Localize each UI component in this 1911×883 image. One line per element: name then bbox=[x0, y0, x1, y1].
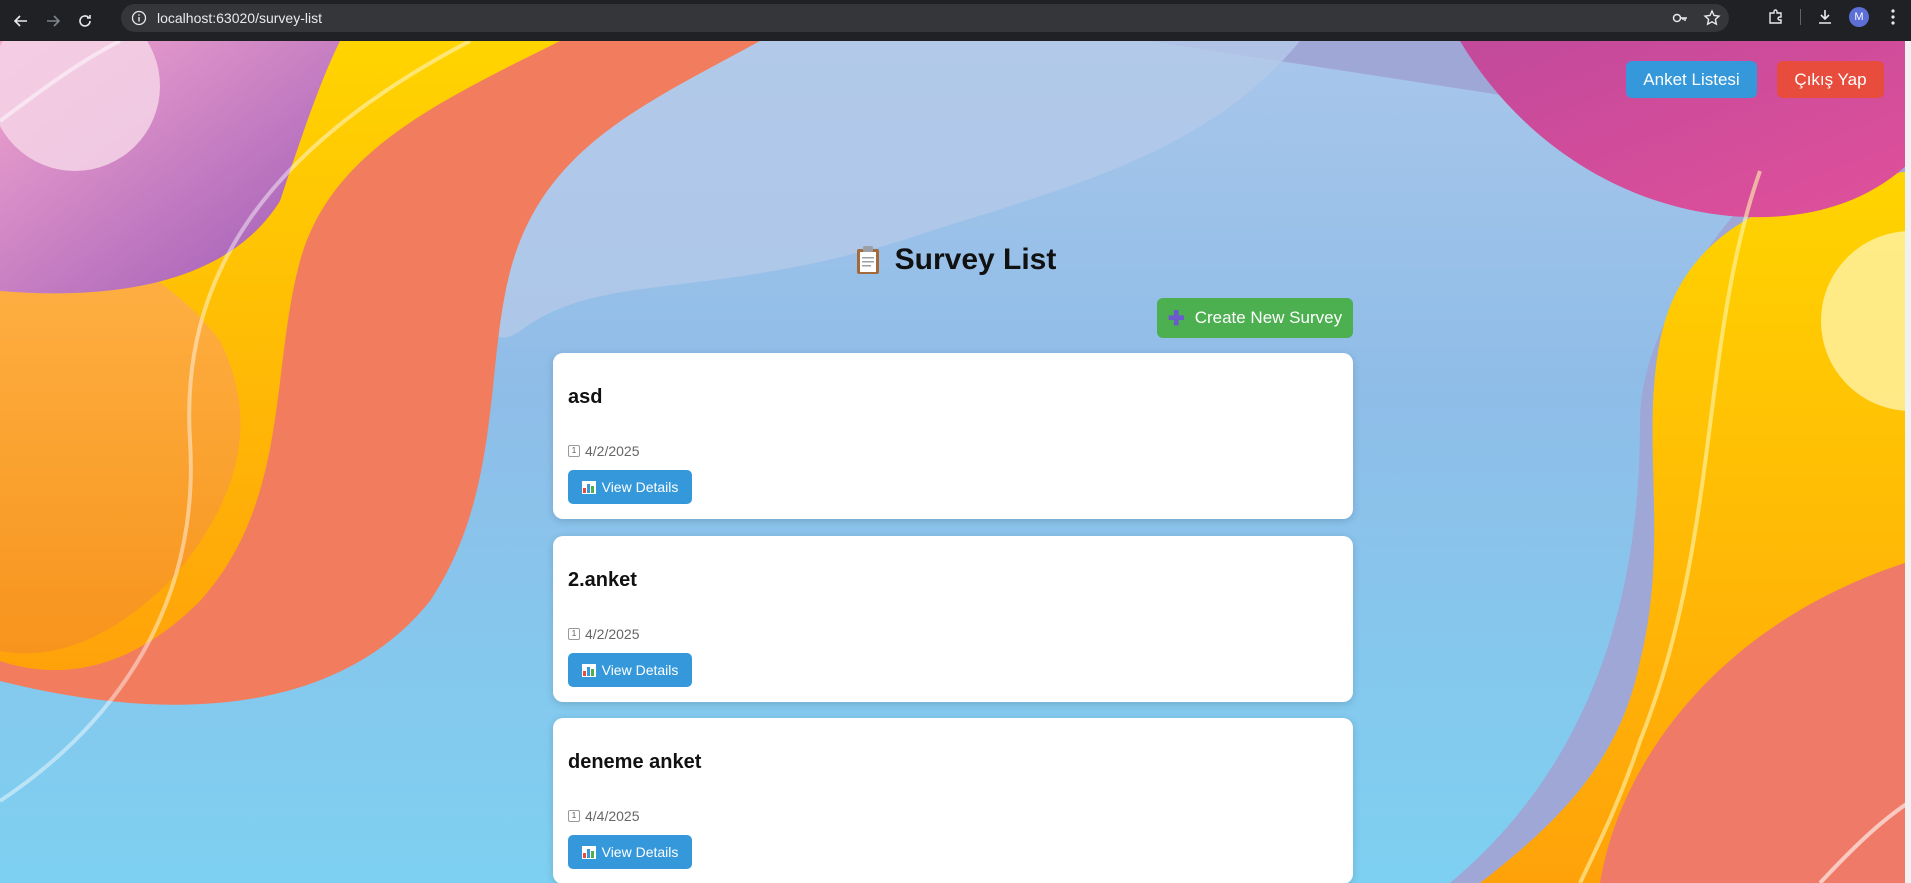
calendar-icon: 1 bbox=[568, 445, 580, 457]
survey-date: 1 4/2/2025 bbox=[568, 626, 640, 642]
forward-arrow-icon bbox=[47, 14, 61, 27]
view-details-label: View Details bbox=[601, 662, 679, 678]
view-details-label: View Details bbox=[601, 479, 679, 495]
survey-title: 2.anket bbox=[568, 569, 637, 591]
download-icon bbox=[1819, 10, 1831, 24]
survey-card: deneme anket 1 4/4/2025 View Details bbox=[553, 718, 1353, 883]
extensions-button[interactable] bbox=[1766, 7, 1786, 27]
survey-list-nav-button[interactable]: Anket Listesi bbox=[1626, 61, 1757, 98]
survey-card: asd 1 4/2/2025 View Details bbox=[553, 353, 1353, 519]
key-icon[interactable] bbox=[1671, 9, 1689, 27]
view-details-button[interactable]: View Details bbox=[568, 470, 692, 504]
site-info-icon[interactable] bbox=[131, 10, 147, 26]
survey-date: 1 4/4/2025 bbox=[568, 808, 640, 824]
reload-button[interactable] bbox=[74, 10, 96, 32]
address-bar[interactable]: localhost:63020/survey-list bbox=[121, 4, 1729, 32]
browser-toolbar: localhost:63020/survey-list M bbox=[0, 0, 1911, 41]
calendar-icon: 1 bbox=[568, 810, 580, 822]
page-scrollbar[interactable] bbox=[1905, 41, 1911, 883]
page-title: Survey List bbox=[894, 243, 1057, 276]
bar-chart-icon bbox=[581, 663, 596, 677]
url-text[interactable]: localhost:63020/survey-list bbox=[157, 10, 322, 26]
bookmark-star-icon[interactable] bbox=[1703, 9, 1721, 27]
survey-date-text: 4/4/2025 bbox=[585, 808, 640, 824]
view-details-button[interactable]: View Details bbox=[568, 835, 692, 869]
clipboard-icon bbox=[856, 246, 879, 274]
bar-chart-icon bbox=[581, 845, 596, 859]
survey-date-text: 4/2/2025 bbox=[585, 443, 640, 459]
back-arrow-icon bbox=[13, 14, 27, 27]
view-details-label: View Details bbox=[601, 844, 679, 860]
browser-menu-button[interactable] bbox=[1883, 7, 1903, 27]
view-details-button[interactable]: View Details bbox=[568, 653, 692, 687]
survey-card: 2.anket 1 4/2/2025 View Details bbox=[553, 536, 1353, 702]
forward-button[interactable] bbox=[42, 10, 64, 32]
calendar-icon: 1 bbox=[568, 628, 580, 640]
reload-icon bbox=[79, 14, 91, 27]
toolbar-divider bbox=[1800, 9, 1801, 25]
survey-title: asd bbox=[568, 386, 603, 408]
puzzle-icon bbox=[1769, 9, 1782, 24]
create-survey-button[interactable]: ✚ Create New Survey bbox=[1157, 298, 1353, 338]
page-title-row: Survey List bbox=[0, 243, 1911, 277]
logout-button[interactable]: Çıkış Yap bbox=[1777, 61, 1884, 98]
bar-chart-icon bbox=[581, 480, 596, 494]
page-viewport: Anket Listesi Çıkış Yap Survey List ✚ Cr… bbox=[0, 41, 1911, 883]
survey-title: deneme anket bbox=[568, 751, 702, 773]
kebab-menu-icon bbox=[1891, 9, 1895, 25]
survey-date-text: 4/2/2025 bbox=[585, 626, 640, 642]
back-button[interactable] bbox=[10, 10, 32, 32]
plus-icon: ✚ bbox=[1167, 307, 1185, 330]
create-survey-label: Create New Survey bbox=[1194, 308, 1343, 327]
profile-avatar[interactable]: M bbox=[1849, 7, 1869, 27]
downloads-button[interactable] bbox=[1815, 7, 1835, 27]
survey-date: 1 4/2/2025 bbox=[568, 443, 640, 459]
